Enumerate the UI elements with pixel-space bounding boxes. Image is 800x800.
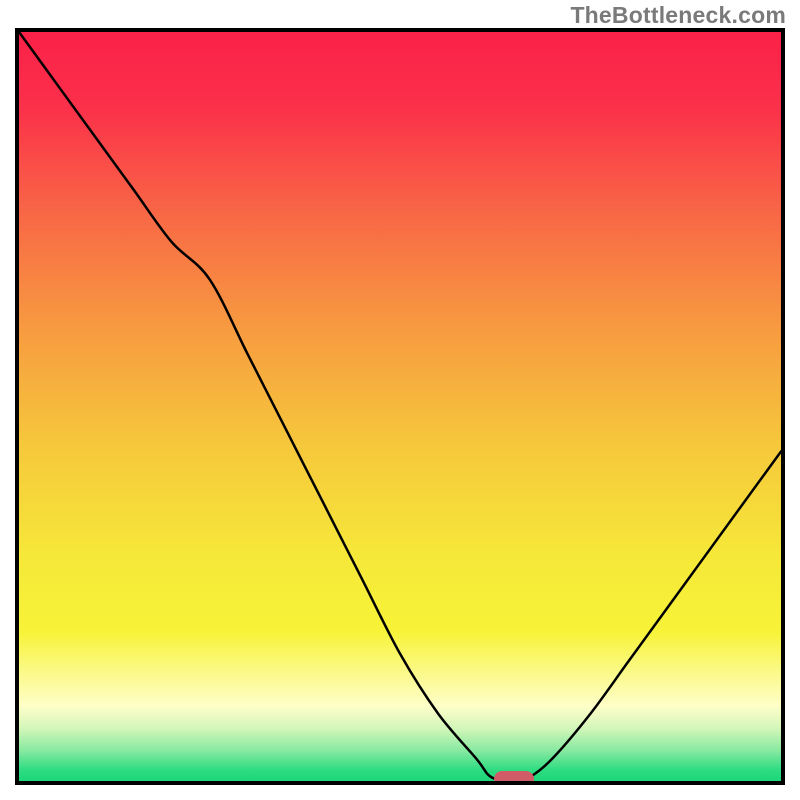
watermark-text: TheBottleneck.com <box>570 2 786 29</box>
minimum-marker <box>494 771 534 785</box>
plot-area <box>15 28 785 785</box>
bottleneck-curve <box>19 32 781 781</box>
chart-frame: TheBottleneck.com <box>0 0 800 800</box>
